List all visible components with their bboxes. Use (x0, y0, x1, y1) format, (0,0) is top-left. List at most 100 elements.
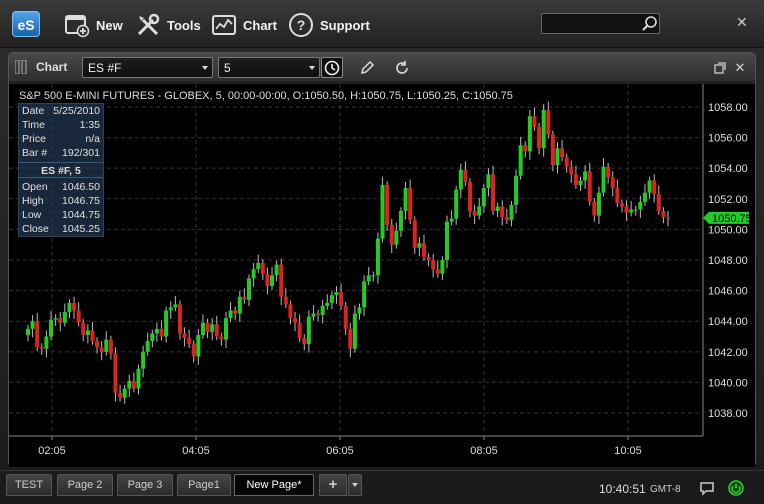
candle-body[interactable] (514, 175, 519, 205)
refresh-icon[interactable] (391, 57, 413, 78)
candle-body[interactable] (587, 171, 592, 202)
candle-body[interactable] (237, 296, 242, 314)
candle-body[interactable] (95, 341, 100, 348)
chart-button[interactable]: Chart (211, 10, 277, 40)
candle-body[interactable] (191, 344, 196, 357)
candle-body[interactable] (256, 263, 261, 270)
candle-body[interactable] (58, 318, 63, 323)
candle-body[interactable] (601, 166, 606, 193)
candle-body[interactable] (297, 322, 302, 339)
candle-body[interactable] (118, 393, 123, 398)
candle-body[interactable] (638, 201, 643, 210)
candle-body[interactable] (546, 110, 551, 135)
candle-body[interactable] (164, 310, 169, 337)
candle-body[interactable] (81, 322, 86, 335)
candle-body[interactable] (642, 192, 647, 202)
candle-body[interactable] (408, 188, 413, 221)
candle-body[interactable] (592, 201, 597, 216)
candle-body[interactable] (30, 321, 35, 329)
tools-button[interactable]: Tools (135, 10, 201, 40)
candle-body[interactable] (210, 324, 215, 332)
chart-window-titlebar[interactable]: Chart ES #F 5 ✕ (9, 53, 755, 81)
tab-menu-button[interactable] (348, 474, 362, 496)
candle-body[interactable] (223, 318, 228, 340)
candle-body[interactable] (260, 263, 265, 274)
candle-body[interactable] (104, 339, 109, 352)
candle-body[interactable] (145, 341, 150, 352)
new-button[interactable]: New (64, 10, 123, 40)
candle-body[interactable] (325, 302, 330, 306)
candle-body[interactable] (394, 230, 399, 245)
candle-body[interactable] (154, 328, 159, 334)
candle-body[interactable] (159, 328, 164, 337)
candle-body[interactable] (389, 224, 394, 245)
candle-body[interactable] (283, 296, 288, 305)
candle-body[interactable] (495, 206, 500, 212)
candle-body[interactable] (661, 211, 666, 218)
tab-test[interactable]: TEST (6, 474, 52, 496)
tab-page-3[interactable]: Page 3 (117, 474, 173, 496)
candle-body[interactable] (329, 295, 334, 303)
candle-body[interactable] (431, 260, 436, 270)
candle-body[interactable] (435, 269, 440, 274)
candle-body[interactable] (606, 166, 611, 178)
candle-body[interactable] (265, 273, 270, 287)
candle-body[interactable] (523, 145, 528, 152)
candle-body[interactable] (371, 275, 376, 277)
candle-body[interactable] (619, 203, 624, 207)
candle-body[interactable] (72, 302, 77, 311)
price-chart[interactable]: 1058.00 1056.00 1054.00 1052.00 1050.00 1048.… (9, 84, 755, 467)
app-logo[interactable]: eS (12, 11, 40, 37)
clock-icon[interactable] (321, 57, 343, 78)
candle-body[interactable] (150, 333, 155, 342)
candle-body[interactable] (440, 260, 445, 274)
candle-body[interactable] (62, 312, 67, 323)
candle-body[interactable] (136, 368, 141, 389)
candle-body[interactable] (463, 169, 468, 182)
candle-body[interactable] (652, 180, 657, 195)
candle-body[interactable] (527, 116, 532, 152)
candle-body[interactable] (555, 148, 560, 166)
candle-body[interactable] (270, 275, 275, 287)
candle-body[interactable] (141, 351, 146, 369)
candle-body[interactable] (85, 330, 90, 335)
candle-body[interactable] (49, 319, 54, 337)
candle-body[interactable] (348, 328, 353, 349)
candle-body[interactable] (532, 116, 537, 127)
candle-body[interactable] (398, 211, 403, 231)
candle-body[interactable] (352, 313, 357, 349)
chart-plot-area[interactable]: 1058.00 1056.00 1054.00 1052.00 1050.00 1048.… (9, 84, 755, 467)
candle-body[interactable] (39, 347, 44, 349)
candle-body[interactable] (293, 318, 298, 323)
candle-body[interactable] (108, 339, 113, 354)
candle-body[interactable] (666, 217, 670, 219)
candle-body[interactable] (633, 209, 638, 211)
candle-body[interactable] (629, 209, 634, 213)
candle-body[interactable] (421, 243, 426, 257)
candle-body[interactable] (302, 338, 307, 345)
candle-body[interactable] (412, 220, 417, 248)
candle-body[interactable] (610, 177, 615, 189)
interval-select[interactable]: 5 (218, 57, 320, 78)
candle-body[interactable] (131, 380, 136, 389)
candle-body[interactable] (306, 316, 311, 345)
candle-body[interactable] (375, 238, 380, 276)
candle-body[interactable] (357, 307, 362, 314)
candle-body[interactable] (504, 217, 509, 221)
candle-body[interactable] (288, 304, 293, 319)
candle-body[interactable] (578, 180, 583, 186)
candle-body[interactable] (583, 171, 588, 181)
candle-body[interactable] (233, 310, 238, 314)
candle-body[interactable] (560, 148, 565, 158)
pencil-icon[interactable] (356, 57, 378, 78)
candle-body[interactable] (334, 292, 339, 296)
candle-body[interactable] (182, 333, 187, 339)
candle-body[interactable] (541, 110, 546, 149)
tab-new-page[interactable]: New Page* (234, 474, 314, 496)
candle-body[interactable] (200, 322, 205, 335)
candle-body[interactable] (311, 313, 316, 317)
candle-body[interactable] (90, 330, 95, 342)
candle-body[interactable] (444, 221, 449, 260)
candle-body[interactable] (177, 304, 182, 334)
support-button[interactable]: ? Support (288, 10, 370, 40)
